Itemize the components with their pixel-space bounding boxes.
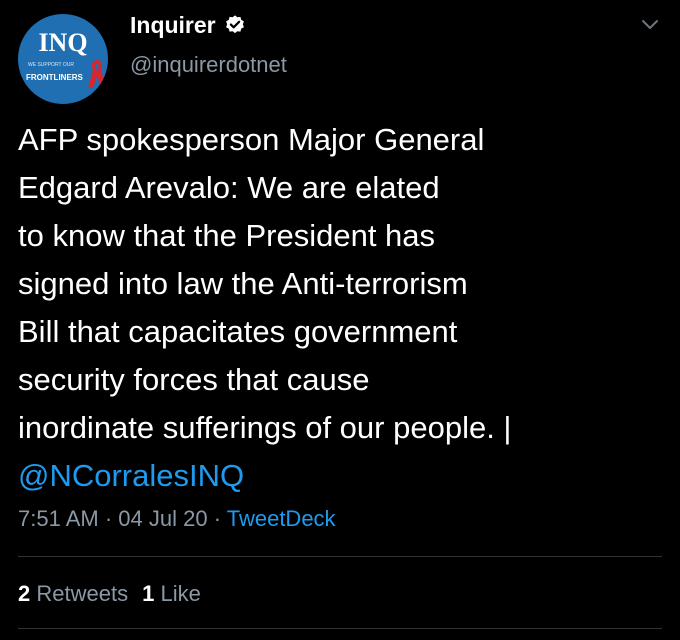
tweet-date[interactable]: 04 Jul 20 xyxy=(118,506,207,531)
mention-link[interactable]: @NCorralesINQ xyxy=(18,458,244,493)
name-row: Inquirer xyxy=(130,10,246,40)
avatar-brand: INQ xyxy=(38,28,88,57)
tweet-stats: 2 Retweets 1 Like xyxy=(18,581,201,607)
avatar[interactable]: INQ WE SUPPORT OUR FRONTLINERS xyxy=(18,14,108,104)
likes-label: Like xyxy=(160,581,201,606)
meta-separator: · xyxy=(98,506,119,531)
chevron-down-icon[interactable] xyxy=(640,14,660,34)
tweet-time[interactable]: 7:51 AM xyxy=(18,506,99,531)
likes-count: 1 xyxy=(142,581,155,606)
tweet-header: INQ WE SUPPORT OUR FRONTLINERS Inquirer … xyxy=(0,0,680,104)
divider xyxy=(18,628,662,629)
tweet-body: AFP spokesperson Major General Edgard Ar… xyxy=(18,116,658,500)
tweet-meta: 7:51 AM · 04 Jul 20 · TweetDeck xyxy=(18,506,336,532)
retweets-count: 2 xyxy=(18,581,31,606)
likes-stat[interactable]: 1 Like xyxy=(142,581,201,606)
retweets-label: Retweets xyxy=(36,581,129,606)
tweet-source-link[interactable]: TweetDeck xyxy=(227,506,336,531)
account-handle[interactable]: @inquirerdotnet xyxy=(130,52,287,78)
ribbon-icon xyxy=(88,60,106,88)
meta-separator: · xyxy=(207,506,227,531)
divider xyxy=(18,556,662,557)
verified-badge-icon xyxy=(225,15,244,34)
display-name[interactable]: Inquirer xyxy=(130,12,216,39)
retweets-stat[interactable]: 2 Retweets xyxy=(18,581,128,606)
tweet-text: AFP spokesperson Major General Edgard Ar… xyxy=(18,122,512,445)
